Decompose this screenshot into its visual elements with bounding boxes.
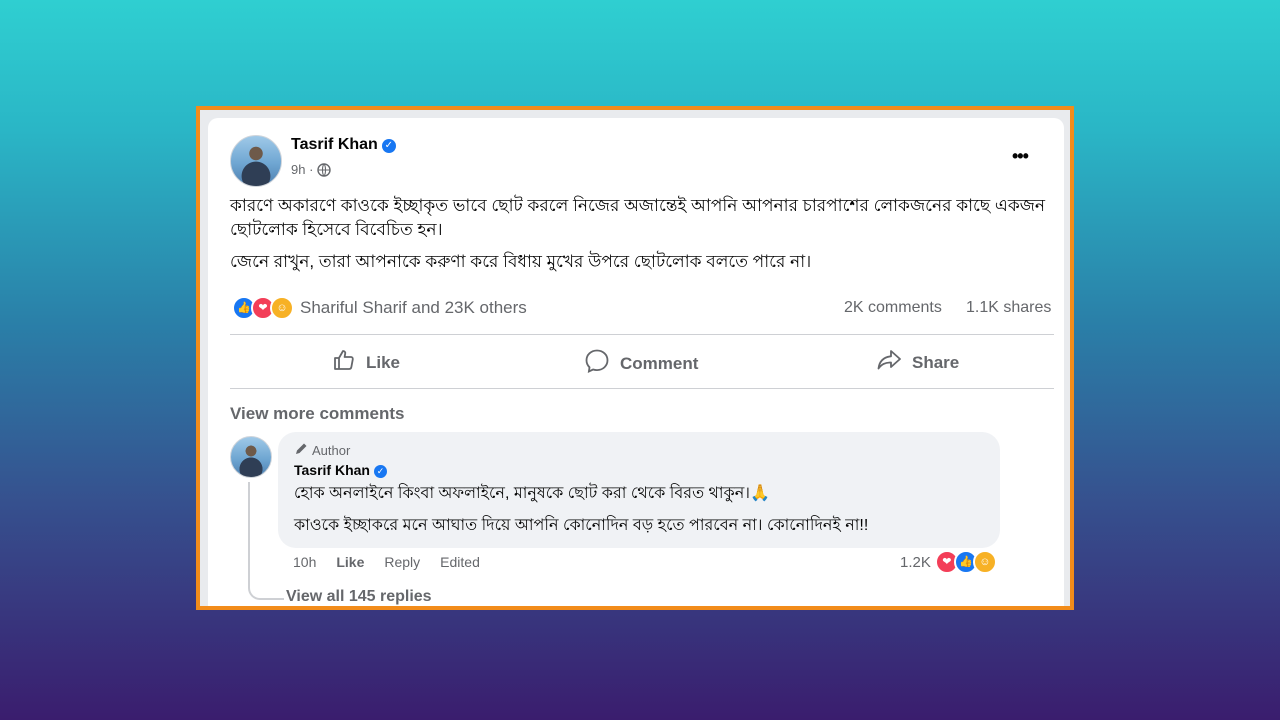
reactions-summary[interactable]: 👍 ❤ ☺ Shariful Sharif and 23K others xyxy=(232,296,527,320)
view-all-replies[interactable]: View all 145 replies xyxy=(286,588,432,606)
verified-badge-icon: ✓ xyxy=(381,139,396,153)
comment-line-1: হোক অনলাইনে কিংবা অফলাইনে, মানুষকে ছোট ক… xyxy=(294,485,770,502)
comment-button[interactable]: Comment xyxy=(584,348,698,379)
divider-top xyxy=(230,334,1054,335)
comment-line-2: কাওকে ইচ্ছাকরে মনে আঘাত দিয়ে আপনি কোনোদ… xyxy=(294,517,869,534)
post-author-name[interactable]: Tasrif Khan xyxy=(291,136,378,153)
divider-bottom xyxy=(230,388,1054,389)
comment-reaction-count: 1.2K xyxy=(900,553,931,571)
meta-separator: · xyxy=(309,162,314,177)
comment-time[interactable]: 10h xyxy=(293,554,316,570)
share-arrow-icon xyxy=(876,348,902,377)
share-button[interactable]: Share xyxy=(876,348,959,377)
comment-care-icon: ☺ xyxy=(972,550,997,574)
reactions-text[interactable]: Shariful Sharif and 23K others xyxy=(300,298,527,318)
share-label: Share xyxy=(912,352,960,372)
screenshot-frame: Tasrif Khan ✓ 9h · ••• কারণে অকারণে কাওকে… xyxy=(196,106,1074,610)
view-more-comments[interactable]: View more comments xyxy=(230,404,404,424)
comment-edited-label: Edited xyxy=(440,554,480,570)
comment-reply-button[interactable]: Reply xyxy=(384,554,420,570)
commenter-verified-icon: ✓ xyxy=(373,465,387,478)
like-label: Like xyxy=(366,352,401,372)
commenter-name-row: Tasrif Khan ✓ xyxy=(294,462,387,478)
care-icon: ☺ xyxy=(270,296,294,320)
author-badge: Author xyxy=(294,442,350,459)
shares-count[interactable]: 1.1K shares xyxy=(966,299,1051,317)
comments-count[interactable]: 2K comments xyxy=(844,299,942,317)
commenter-name[interactable]: Tasrif Khan xyxy=(294,462,370,478)
like-button[interactable]: Like xyxy=(332,348,400,377)
commenter-avatar[interactable] xyxy=(230,436,272,478)
comment-label: Comment xyxy=(620,353,699,373)
author-avatar[interactable] xyxy=(230,135,282,187)
comment-actions: 10h Like Reply Edited xyxy=(293,554,480,570)
comment-reactions[interactable]: 1.2K ❤ 👍 ☺ xyxy=(900,550,997,574)
post-paragraph-1: কারণে অকারণে কাওকে ইচ্ছাকৃত ভাবে ছোট করল… xyxy=(230,196,1046,239)
post-card: Tasrif Khan ✓ 9h · ••• কারণে অকারণে কাওকে… xyxy=(208,118,1064,606)
post-paragraph-2: জেনে রাখুন, তারা আপনাকে করুণা করে বিধায়… xyxy=(230,252,812,271)
comment-like-button[interactable]: Like xyxy=(336,554,364,570)
globe-icon xyxy=(317,163,331,180)
author-badge-label: Author xyxy=(312,443,351,458)
comment-bubble-icon xyxy=(584,348,610,379)
post-author-row: Tasrif Khan ✓ xyxy=(291,136,396,154)
more-options-icon[interactable]: ••• xyxy=(1012,146,1029,167)
post-meta: 9h · xyxy=(291,162,331,180)
pencil-icon xyxy=(294,442,308,459)
thumbs-up-icon xyxy=(332,348,356,377)
post-time[interactable]: 9h xyxy=(291,162,305,177)
